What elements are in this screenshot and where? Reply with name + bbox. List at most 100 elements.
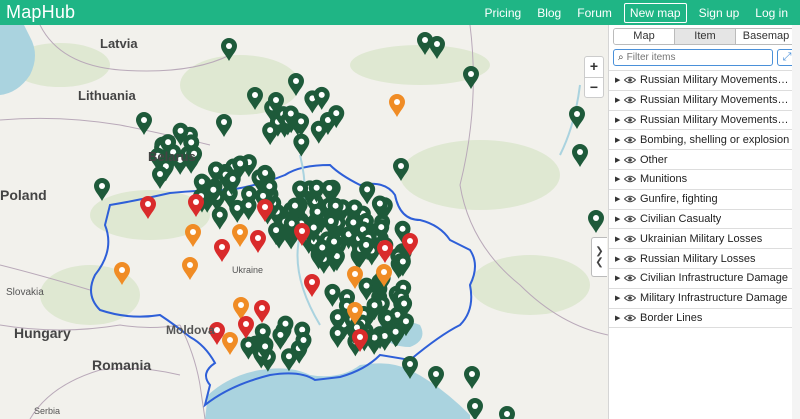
map-marker-dot bbox=[198, 178, 205, 185]
map-marker[interactable] bbox=[272, 326, 289, 350]
eye-icon[interactable] bbox=[624, 76, 636, 84]
map-marker[interactable] bbox=[377, 240, 393, 263]
map-marker[interactable] bbox=[329, 324, 346, 348]
map-marker-dot bbox=[291, 202, 298, 209]
layer-item[interactable]: ▶ Border Lines bbox=[609, 309, 800, 329]
filter-items-input[interactable] bbox=[626, 52, 757, 63]
map-marker-dot bbox=[472, 403, 478, 409]
country-label-lithuania: Lithuania bbox=[78, 88, 136, 103]
map-marker[interactable] bbox=[464, 366, 480, 389]
sign-up-link[interactable]: Sign up bbox=[691, 6, 748, 20]
layer-item[interactable]: ▶ Russian Military Movements Fe... bbox=[609, 91, 800, 111]
map-marker-dot bbox=[352, 307, 358, 313]
layer-item[interactable]: ▶ Civilian Infrastructure Damage bbox=[609, 269, 800, 289]
expand-triangle-icon[interactable]: ▶ bbox=[615, 274, 624, 282]
map-marker[interactable] bbox=[254, 300, 270, 323]
brand-logo[interactable]: MapHub bbox=[6, 2, 75, 23]
map-marker[interactable] bbox=[324, 283, 341, 307]
map-marker[interactable] bbox=[216, 114, 232, 137]
eye-icon[interactable] bbox=[624, 274, 636, 282]
log-in-link[interactable]: Log in bbox=[747, 6, 796, 20]
map-marker[interactable] bbox=[214, 239, 230, 262]
map-marker[interactable] bbox=[310, 120, 327, 144]
expand-triangle-icon[interactable]: ▶ bbox=[615, 175, 624, 183]
map-marker[interactable] bbox=[262, 122, 279, 146]
page-scrollbar[interactable] bbox=[792, 25, 800, 419]
eye-icon[interactable] bbox=[624, 116, 636, 124]
layer-item[interactable]: ▶ Gunfire, fighting bbox=[609, 190, 800, 210]
expand-triangle-icon[interactable]: ▶ bbox=[615, 215, 624, 223]
layer-item[interactable]: ▶ Russian Military Losses bbox=[609, 249, 800, 269]
layer-item[interactable]: ▶ Munitions bbox=[609, 170, 800, 190]
zoom-in-button[interactable]: + bbox=[585, 57, 603, 77]
map-marker[interactable] bbox=[182, 257, 198, 280]
map-marker[interactable] bbox=[232, 224, 248, 247]
map-marker[interactable] bbox=[293, 133, 310, 157]
eye-icon[interactable] bbox=[624, 294, 636, 302]
expand-triangle-icon[interactable]: ▶ bbox=[615, 116, 624, 124]
zoom-control: + − bbox=[584, 56, 604, 98]
map-marker[interactable] bbox=[389, 94, 405, 117]
map-marker[interactable] bbox=[463, 66, 479, 89]
zoom-out-button[interactable]: − bbox=[585, 77, 603, 97]
pricing-link[interactable]: Pricing bbox=[477, 6, 530, 20]
expand-triangle-icon[interactable]: ▶ bbox=[615, 96, 624, 104]
layer-item[interactable]: ▶ Other bbox=[609, 150, 800, 170]
map-marker-dot bbox=[300, 337, 307, 344]
eye-icon[interactable] bbox=[624, 215, 636, 223]
map-marker[interactable] bbox=[185, 224, 201, 247]
expand-triangle-icon[interactable]: ▶ bbox=[615, 294, 624, 302]
map-marker[interactable] bbox=[152, 166, 168, 189]
expand-triangle-icon[interactable]: ▶ bbox=[615, 255, 624, 263]
blog-link[interactable]: Blog bbox=[529, 6, 569, 20]
eye-icon[interactable] bbox=[624, 235, 636, 243]
map-marker-dot bbox=[212, 166, 219, 173]
eye-icon[interactable] bbox=[624, 195, 636, 203]
tab-map[interactable]: Map bbox=[614, 29, 674, 44]
eye-icon[interactable] bbox=[624, 255, 636, 263]
expand-triangle-icon[interactable]: ▶ bbox=[615, 156, 624, 164]
map-marker[interactable] bbox=[588, 210, 604, 233]
map-canvas[interactable]: Latvia Lithuania Belarus Poland Slovakia… bbox=[0, 25, 608, 419]
layer-name: Ukrainian Military Losses bbox=[640, 232, 763, 245]
eye-icon[interactable] bbox=[624, 96, 636, 104]
map-marker[interactable] bbox=[238, 316, 254, 339]
filter-row: ⌕ ⤢ bbox=[613, 49, 797, 66]
map-marker-dot bbox=[219, 244, 225, 250]
eye-icon[interactable] bbox=[624, 156, 636, 164]
map-marker[interactable] bbox=[250, 230, 266, 253]
map-marker[interactable] bbox=[222, 332, 238, 355]
layer-name: Munitions bbox=[640, 173, 688, 186]
expand-triangle-icon[interactable]: ▶ bbox=[615, 235, 624, 243]
layer-item[interactable]: ▶ Russian Military Movements M... bbox=[609, 111, 800, 131]
map-marker[interactable] bbox=[304, 274, 320, 297]
layer-item[interactable]: ▶ Russian Military Movements Ja... bbox=[609, 71, 800, 91]
map-marker-dot bbox=[157, 171, 163, 177]
tab-basemap[interactable]: Basemap bbox=[735, 29, 796, 44]
expand-triangle-icon[interactable]: ▶ bbox=[615, 76, 624, 84]
expand-triangle-icon[interactable]: ▶ bbox=[615, 195, 624, 203]
eye-icon[interactable] bbox=[624, 175, 636, 183]
tab-item[interactable]: Item bbox=[674, 29, 735, 44]
new-map-button[interactable]: New map bbox=[623, 2, 687, 23]
layer-item[interactable]: ▶ Civilian Casualty bbox=[609, 210, 800, 230]
eye-icon[interactable] bbox=[624, 314, 636, 322]
map-marker-dot bbox=[273, 227, 280, 234]
map-marker[interactable] bbox=[293, 113, 310, 137]
map-marker-dot bbox=[293, 78, 299, 84]
map-marker-dot bbox=[287, 110, 294, 117]
eye-icon[interactable] bbox=[624, 136, 636, 144]
map-marker-dot bbox=[177, 127, 184, 134]
layer-item[interactable]: ▶ Bombing, shelling or explosion bbox=[609, 130, 800, 151]
map-marker[interactable] bbox=[240, 197, 257, 221]
map-marker[interactable] bbox=[211, 206, 228, 230]
forum-link[interactable]: Forum bbox=[569, 6, 620, 20]
layer-item[interactable]: ▶ Ukrainian Military Losses bbox=[609, 229, 800, 250]
expand-triangle-icon[interactable]: ▶ bbox=[615, 314, 624, 322]
collapse-sidebar-button[interactable]: ❯ ❮ bbox=[591, 237, 607, 277]
map-marker-dot bbox=[319, 244, 326, 251]
expand-triangle-icon[interactable]: ▶ bbox=[615, 136, 624, 144]
layer-name: Russian Military Losses bbox=[640, 252, 756, 265]
layer-item[interactable]: ▶ Military Infrastructure Damage bbox=[609, 289, 800, 309]
map-marker[interactable] bbox=[572, 144, 588, 167]
